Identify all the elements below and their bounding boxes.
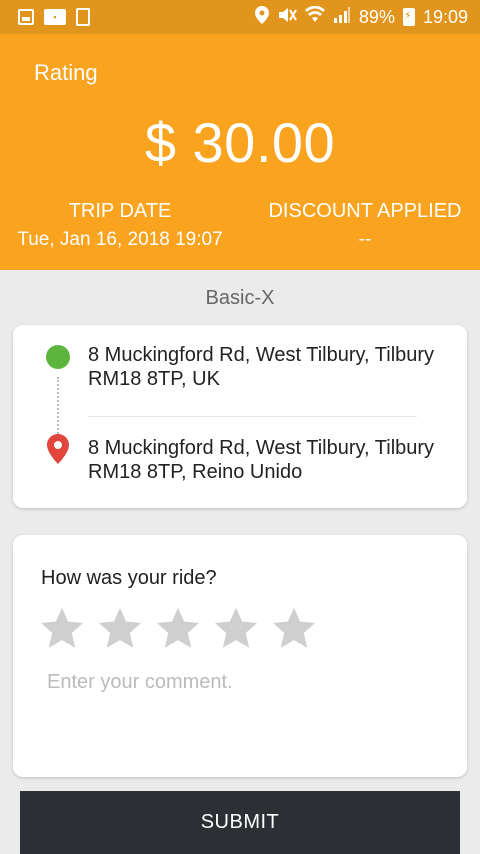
mute-icon bbox=[277, 6, 297, 29]
route-divider bbox=[88, 416, 417, 417]
comment-input[interactable] bbox=[47, 671, 447, 694]
status-time: 19:09 bbox=[422, 6, 468, 27]
status-right-icons: 89% 19:09 bbox=[254, 5, 468, 29]
app-notification-icon: ▪ bbox=[44, 9, 66, 25]
trip-date-block: TRIP DATE Tue, Jan 16, 2018 19:07 bbox=[0, 200, 240, 251]
wifi-icon bbox=[304, 5, 325, 29]
discount-block: DISCOUNT APPLIED -- bbox=[240, 200, 480, 251]
vehicle-type: Basic-X bbox=[205, 287, 275, 309]
gallery-icon bbox=[18, 9, 34, 25]
route-card: 8 Muckingford Rd, West Tilbury, Tilbury … bbox=[13, 325, 467, 508]
dropoff-address: 8 Muckingford Rd, West Tilbury, Tilbury … bbox=[88, 437, 435, 483]
dropoff-pin-icon bbox=[47, 434, 69, 464]
discount-label: DISCOUNT APPLIED bbox=[268, 200, 462, 222]
trip-date-label: TRIP DATE bbox=[68, 200, 172, 222]
rating-card: How was your ride? bbox=[13, 535, 467, 777]
status-bar: ▪ 89% 19:09 bbox=[0, 0, 480, 34]
star-2-icon[interactable] bbox=[97, 605, 143, 651]
trip-date-value: Tue, Jan 16, 2018 19:07 bbox=[17, 229, 223, 250]
status-left-icons: ▪ bbox=[18, 8, 90, 26]
star-1-icon[interactable] bbox=[39, 605, 85, 651]
pickup-dot-icon bbox=[46, 345, 70, 369]
rating-question: How was your ride? bbox=[41, 567, 217, 589]
submit-button[interactable]: SUBMIT bbox=[20, 791, 460, 854]
pickup-address: 8 Muckingford Rd, West Tilbury, Tilbury … bbox=[88, 344, 435, 390]
star-5-icon[interactable] bbox=[271, 605, 317, 651]
document-icon bbox=[76, 8, 90, 26]
trip-summary-header: Rating $ 30.00 TRIP DATE Tue, Jan 16, 20… bbox=[0, 34, 480, 270]
page-title: Rating bbox=[34, 60, 98, 85]
star-4-icon[interactable] bbox=[213, 605, 259, 651]
star-3-icon[interactable] bbox=[155, 605, 201, 651]
route-connector bbox=[57, 377, 59, 437]
discount-value: -- bbox=[358, 229, 372, 250]
battery-charging-icon bbox=[402, 8, 415, 26]
trip-amount: $ 30.00 bbox=[144, 111, 336, 174]
location-icon bbox=[254, 5, 269, 29]
battery-percent: 89% bbox=[358, 6, 395, 27]
star-rating bbox=[39, 605, 317, 651]
signal-icon bbox=[333, 6, 351, 29]
